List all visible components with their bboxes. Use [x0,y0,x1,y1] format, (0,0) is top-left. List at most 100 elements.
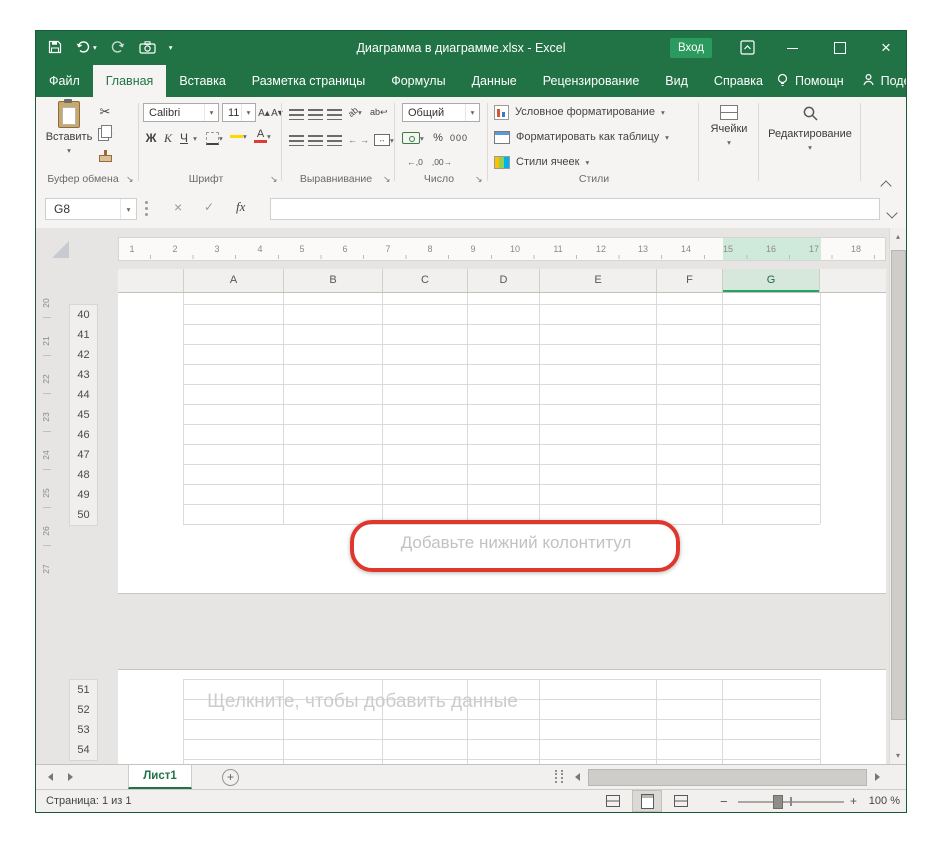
cancel-icon[interactable]: × [174,199,182,215]
merge-center-button[interactable]: ↔▾ [374,131,394,149]
cell-styles-button[interactable]: Стили ячеек▾ [494,153,696,171]
bold-button[interactable]: Ж [144,129,158,147]
clipboard-dialog-launcher-icon[interactable]: ↘ [126,174,134,185]
undo-dropdown-icon[interactable]: ▾ [93,43,97,52]
underline-button[interactable]: Ч [177,129,191,147]
select-all-corner[interactable] [52,241,69,258]
column-header-f[interactable]: F [656,269,722,292]
row-header[interactable]: 40 [69,304,98,326]
zoom-level[interactable]: 100 % [862,795,900,807]
enter-icon[interactable]: ✓ [204,200,214,214]
align-left-button[interactable] [289,131,304,149]
decrease-decimal-button[interactable]: ,00→ [430,153,454,171]
chart-placeholder[interactable]: Щелкните, чтобы добавить данные [185,691,540,713]
paste-button[interactable]: Вставить▾ [46,101,92,155]
italic-button[interactable]: К [161,129,175,147]
row-header[interactable]: 42 [69,345,98,366]
next-sheet-icon[interactable] [68,773,73,781]
tab-scrollbar-splitter[interactable] [555,770,563,783]
font-dialog-launcher-icon[interactable]: ↘ [270,174,278,185]
align-right-button[interactable] [327,131,342,149]
row-header[interactable]: 50 [69,505,98,526]
minimize-button[interactable] [776,31,808,65]
tab-data[interactable]: Данные [459,65,530,97]
save-icon[interactable] [48,40,62,54]
borders-button[interactable]: ▾ [206,129,223,147]
tab-file[interactable]: Файл [36,65,93,97]
column-header-b[interactable]: B [283,269,382,292]
scroll-left-icon[interactable] [575,773,580,781]
horizontal-scrollbar[interactable] [571,768,884,786]
editing-button[interactable]: Редактирование▾ [762,105,858,152]
close-button[interactable]: × [870,31,902,65]
row-header[interactable]: 44 [69,385,98,406]
row-header[interactable]: 51 [69,679,98,701]
formula-input[interactable] [270,198,880,220]
tab-help[interactable]: Справка [701,65,776,97]
add-sheet-icon[interactable]: + [222,769,239,786]
format-as-table-button[interactable]: Форматировать как таблицу▾ [494,128,696,146]
row-header[interactable]: 48 [69,465,98,486]
row-header[interactable]: 49 [69,485,98,506]
scroll-up-icon[interactable]: ▴ [890,232,906,241]
underline-dropdown-icon[interactable]: ▾ [191,129,199,147]
prev-sheet-icon[interactable] [48,773,53,781]
font-color-button[interactable]: А▾ [254,127,271,145]
tab-home[interactable]: Главная [93,65,167,97]
page-layout-view-button[interactable] [632,790,662,812]
sign-in-button[interactable]: Вход [670,38,712,58]
share-button[interactable]: Поделиться [862,73,907,89]
wrap-text-button[interactable]: ab↩ [370,103,388,121]
scroll-right-icon[interactable] [875,773,880,781]
accounting-format-button[interactable]: ▾ [402,129,424,147]
name-box[interactable]: G8▾ [45,198,137,220]
align-middle-button[interactable] [308,105,323,123]
copy-button[interactable]: ▾ [96,125,114,143]
page-break-view-button[interactable] [666,790,696,812]
comma-style-button[interactable]: 000 [448,129,470,147]
column-header-c[interactable]: C [382,269,467,292]
increase-decimal-button[interactable]: ←,0 [404,153,426,171]
cut-button[interactable]: ✂ [96,103,114,121]
zoom-in-button[interactable]: + [850,794,857,808]
tab-view[interactable]: Вид [652,65,701,97]
tab-review[interactable]: Рецензирование [530,65,653,97]
tab-page-layout[interactable]: Разметка страницы [239,65,378,97]
zoom-slider-thumb[interactable] [773,795,783,809]
tab-insert[interactable]: Вставка [166,65,238,97]
increase-indent-button[interactable]: → [360,131,369,149]
row-header[interactable]: 53 [69,720,98,741]
column-header-d[interactable]: D [467,269,539,292]
align-top-button[interactable] [289,105,304,123]
maximize-button[interactable] [824,31,856,65]
horizontal-scrollbar-thumb[interactable] [588,769,867,786]
name-box-dropdown-icon[interactable]: ▾ [120,199,136,219]
conditional-formatting-button[interactable]: Условное форматирование▾ [494,103,696,121]
assistant-button[interactable]: Помощн [776,73,844,90]
expand-formula-bar-icon[interactable] [888,204,896,222]
ribbon-display-options-icon[interactable] [740,40,755,60]
redo-icon[interactable] [110,40,126,54]
percent-style-button[interactable]: % [432,129,444,147]
vertical-scrollbar[interactable]: ▴ ▾ [889,228,906,764]
zoom-out-button[interactable]: − [720,794,728,809]
align-center-button[interactable] [308,131,323,149]
decrease-indent-button[interactable]: ← [348,131,357,149]
column-header-a[interactable]: A [183,269,283,292]
column-header-e[interactable]: E [539,269,656,292]
align-bottom-button[interactable] [327,105,342,123]
font-name-combo[interactable]: Calibri▾ [143,103,219,122]
row-header[interactable]: 52 [69,700,98,721]
column-header-g-selected[interactable]: G [722,269,820,292]
worksheet-view[interactable]: 1 2 3 4 5 6 7 8 9 10 11 12 13 14 15 16 1… [36,228,906,764]
vertical-scrollbar-thumb[interactable] [891,250,906,720]
row-header[interactable]: 43 [69,365,98,386]
row-header[interactable]: 47 [69,445,98,466]
row-header[interactable]: 54 [69,740,98,761]
row-header[interactable]: 46 [69,425,98,446]
row-header[interactable]: 41 [69,325,98,346]
orientation-button[interactable]: ab▾ [348,103,362,121]
scroll-down-icon[interactable]: ▾ [890,751,906,760]
undo-icon[interactable]: ▾ [75,40,97,54]
cells-button[interactable]: Ячейки▾ [701,105,757,147]
